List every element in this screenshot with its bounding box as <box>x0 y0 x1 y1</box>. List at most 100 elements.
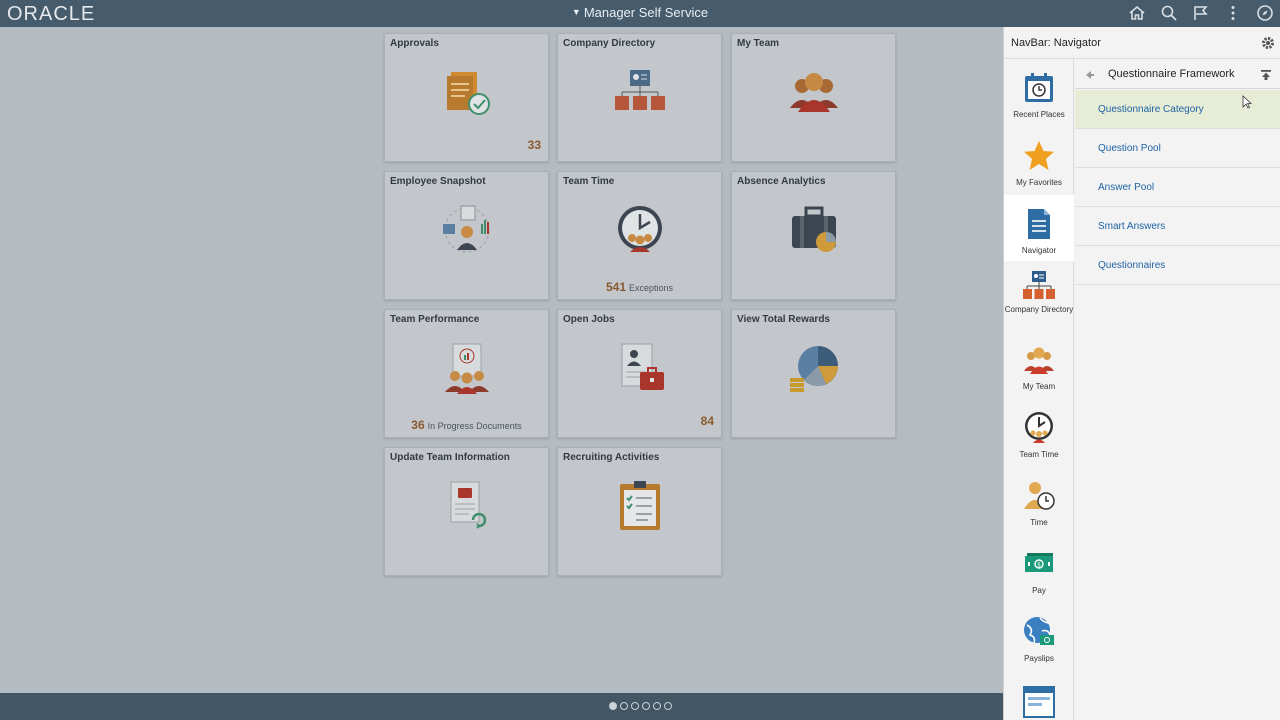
home-icon[interactable] <box>1128 4 1146 22</box>
rail-label: Pay <box>1032 586 1046 595</box>
homepage-tiles-area: Approvals 33 Company Directory My Team E… <box>0 27 1003 693</box>
back-arrow-icon[interactable] <box>1083 68 1095 80</box>
employee-snapshot-icon <box>439 202 495 258</box>
clock-icon <box>1022 411 1056 445</box>
tile-title: Recruiting Activities <box>563 452 660 463</box>
tile-count: 33 <box>527 138 541 152</box>
nav-item-answer-pool[interactable]: Answer Pool <box>1075 168 1280 207</box>
tile-open-jobs[interactable]: Open Jobs 84 <box>557 309 722 438</box>
tile-team-time[interactable]: Team Time 541 Exceptions <box>557 171 722 300</box>
flag-icon[interactable] <box>1192 4 1210 22</box>
tile-count-number: 541 <box>605 280 626 294</box>
navigator-content: Questionnaire Framework Questionnaire Ca… <box>1075 59 1280 720</box>
recent-places-icon <box>1022 71 1056 105</box>
rail-item-team-time[interactable]: Team Time <box>1004 399 1074 465</box>
rail-item-time[interactable]: Time <box>1004 467 1074 533</box>
tile-title: Team Performance <box>390 314 480 325</box>
navbar-panel: NavBar: Navigator Recent Places My Favor… <box>1003 27 1280 720</box>
approvals-icon <box>439 64 495 120</box>
tile-title: Open Jobs <box>563 314 615 325</box>
navbar-title: NavBar: Navigator <box>1011 37 1101 49</box>
tile-view-total-rewards[interactable]: View Total Rewards <box>731 309 896 438</box>
recruiting-icon <box>612 478 668 534</box>
page-title-label: Manager Self Service <box>583 5 709 20</box>
rail-item-pay[interactable]: $ Pay <box>1004 535 1074 601</box>
tile-absence-analytics[interactable]: Absence Analytics <box>731 171 896 300</box>
nav-item-question-pool[interactable]: Question Pool <box>1075 129 1280 168</box>
rail-item-my-team[interactable]: My Team <box>1004 331 1074 397</box>
page-dot[interactable] <box>653 702 661 710</box>
rail-label: My Team <box>1022 382 1056 391</box>
company-directory-icon <box>612 64 668 120</box>
update-team-icon <box>439 478 495 534</box>
navbar-icon[interactable] <box>1256 4 1274 22</box>
page-dot[interactable] <box>642 702 650 710</box>
tile-my-team[interactable]: My Team <box>731 33 896 162</box>
tile-title: Team Time <box>563 176 615 187</box>
tile-count: 36 In Progress Documents <box>385 418 548 432</box>
my-team-icon <box>786 64 842 120</box>
my-team-icon <box>1022 343 1056 377</box>
tile-employee-snapshot[interactable]: Employee Snapshot <box>384 171 549 300</box>
page-dot[interactable] <box>620 702 628 710</box>
tile-count-number: 36 <box>411 418 425 432</box>
tile-count: 541 Exceptions <box>558 280 721 294</box>
rail-label: Company Directory <box>1004 305 1074 314</box>
open-jobs-icon <box>612 340 668 396</box>
caret-down-icon: ▼ <box>571 7 581 17</box>
search-icon[interactable] <box>1160 4 1178 22</box>
tile-title: Employee Snapshot <box>390 176 486 187</box>
total-rewards-icon <box>786 340 842 396</box>
more-icon[interactable] <box>1224 4 1242 22</box>
page-dot[interactable] <box>664 702 672 710</box>
rail-label: Team Time <box>1019 450 1059 459</box>
tile-title: My Team <box>737 38 780 49</box>
rail-label: Navigator <box>1021 246 1057 255</box>
absence-analytics-icon <box>786 202 842 258</box>
tile-title: Approvals <box>390 38 439 49</box>
rail-label: Recent Places <box>1013 110 1065 119</box>
rail-item-payslips[interactable]: Payslips <box>1004 603 1074 669</box>
tile-title: Company Directory <box>563 38 656 49</box>
rail-label: Payslips <box>1024 654 1054 663</box>
rail-item-my-favorites[interactable]: My Favorites <box>1004 127 1074 193</box>
breadcrumb-label: Questionnaire Framework <box>1108 68 1235 80</box>
page-title[interactable]: ▼ Manager Self Service <box>0 5 1280 20</box>
nav-item-smart-answers[interactable]: Smart Answers <box>1075 207 1280 246</box>
collapse-top-icon[interactable] <box>1260 68 1272 80</box>
page-dot[interactable] <box>609 702 617 710</box>
header-bar: ORACLE ▼ Manager Self Service <box>0 0 1280 27</box>
navigator-icon <box>1022 207 1056 241</box>
tile-count: 84 <box>700 414 714 428</box>
rail-item-more[interactable] <box>1004 671 1074 720</box>
rail-item-recent-places[interactable]: Recent Places <box>1004 59 1074 125</box>
tile-update-team-information[interactable]: Update Team Information <box>384 447 549 576</box>
footer-bar <box>0 693 1003 720</box>
navigator-list: Questionnaire Category Question Pool Ans… <box>1075 90 1280 285</box>
team-performance-icon <box>439 340 495 396</box>
tile-team-performance[interactable]: Team Performance 36 In Progress Documents <box>384 309 549 438</box>
tile-title: View Total Rewards <box>737 314 830 325</box>
rail-item-company-directory[interactable]: Company Directory <box>1004 263 1074 329</box>
rail-label: My Favorites <box>1016 178 1062 187</box>
breadcrumb: Questionnaire Framework <box>1075 59 1280 89</box>
tile-title: Update Team Information <box>390 452 510 463</box>
navbar-header: NavBar: Navigator <box>1004 27 1280 59</box>
payslips-icon <box>1022 615 1056 649</box>
tile-title: Absence Analytics <box>737 176 826 187</box>
svg-text:$: $ <box>1037 562 1041 569</box>
tile-approvals[interactable]: Approvals 33 <box>384 33 549 162</box>
window-icon <box>1022 685 1056 719</box>
rail-item-navigator[interactable]: Navigator <box>1004 195 1074 261</box>
tile-company-directory[interactable]: Company Directory <box>557 33 722 162</box>
rail-label: Time <box>1030 518 1048 527</box>
page-indicator[interactable] <box>609 702 672 710</box>
time-icon <box>1022 479 1056 513</box>
tile-count-label: In Progress Documents <box>427 421 522 431</box>
nav-item-questionnaires[interactable]: Questionnaires <box>1075 246 1280 285</box>
star-icon <box>1022 139 1056 173</box>
tile-recruiting-activities[interactable]: Recruiting Activities <box>557 447 722 576</box>
gear-icon[interactable] <box>1261 36 1275 50</box>
page-dot[interactable] <box>631 702 639 710</box>
pay-icon: $ <box>1022 547 1056 581</box>
